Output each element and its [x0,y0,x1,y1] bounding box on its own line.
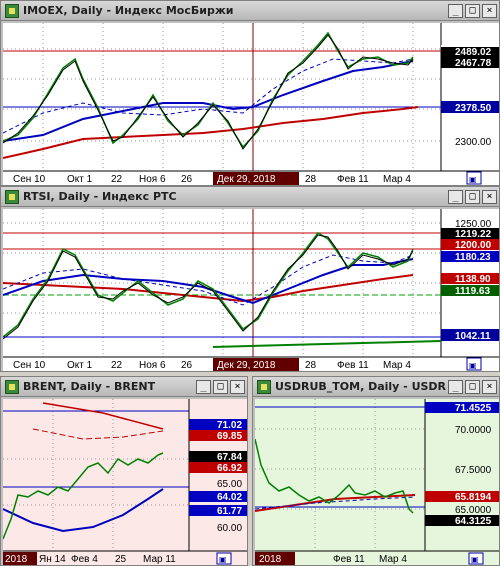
brent-ma2-label: 66.92 [217,463,242,474]
rtsi-ma-label: 1180.23 [455,252,491,263]
imoex-price-label: 2489.02 [455,47,492,58]
imoex-ma-label: 2467.78 [455,58,492,69]
x-tick: Ноя 6 [139,360,166,371]
imoex-chart[interactable]: 2489.02 2467.78 2378.50 2300.00 Сен 10 О… [3,23,499,185]
rtsi-window: RTSI, Daily - Индекс РТС _ □ × 1250.00 1… [0,186,500,372]
x-tick: Ян 14 [39,554,66,565]
window-title: RTSI, Daily - Индекс РТС [23,190,177,203]
x-tick: Фев 11 [337,174,369,185]
x-tick: Мар 4 [379,554,407,565]
close-button[interactable]: × [482,189,497,204]
brent-level-label: 71.02 [217,420,242,431]
close-button[interactable]: × [482,3,497,18]
usdrub-axis-label: 70.0000 [455,425,492,436]
usdrub-price-label: 64.3125 [455,516,492,527]
x-tick: 28 [305,174,317,185]
close-button[interactable]: × [230,379,245,394]
brent-chart[interactable]: 71.02 69.85 67.84 66.92 65.00 64.02 61.7… [3,399,247,565]
x-tick: Фев 11 [333,554,365,565]
settings-icon[interactable]: ▣ [219,555,227,564]
x-tick: 28 [305,360,317,371]
x-tick: 26 [181,174,193,185]
window-title: BRENT, Daily - BRENT [23,380,156,393]
imoex-level-label: 2378.50 [455,103,492,114]
imoex-window: IMOEX, Daily - Индекс МосБиржи _ □ × 248… [0,0,500,186]
cursor-date-label: Дек 29, 2018 [217,360,276,371]
maximize-button[interactable]: □ [465,379,480,394]
chart-app-icon [257,379,271,394]
chart-app-icon [5,379,19,394]
x-tick: 22 [111,360,123,371]
brent-price-label: 67.84 [217,452,242,463]
usdrub-window: USDRUB_TOM, Daily - USDR _ □ × 71.4525 7… [252,376,500,566]
close-button[interactable]: × [482,379,497,394]
x-tick: Фев 4 [71,554,98,565]
maximize-button[interactable]: □ [213,379,228,394]
brent-axis-label2: 60.00 [217,523,242,534]
x-tick: Сен 10 [13,360,46,371]
window-title: USDRUB_TOM, Daily - USDR [275,380,447,393]
maximize-button[interactable]: □ [465,3,480,18]
settings-icon[interactable]: ▣ [471,555,479,564]
x-tick: Окт 1 [67,360,93,371]
minimize-button[interactable]: _ [448,3,463,18]
x-tick: Мар 4 [383,360,411,371]
brent-ma-label: 69.85 [217,431,242,442]
rtsi-chart[interactable]: 1250.00 1219.22 1200.00 1180.23 1138.90 … [3,209,499,371]
x-tick: 2018 [5,554,28,565]
settings-icon[interactable]: ▣ [469,175,477,184]
usdrub-ma-label: 65.8194 [455,492,492,503]
brent-titlebar[interactable]: BRENT, Daily - BRENT _ □ × [1,377,247,397]
x-tick: Окт 1 [67,174,93,185]
brent-window: BRENT, Daily - BRENT _ □ × 71.02 69.85 6… [0,376,248,566]
rtsi-ma-long-label: 1138.90 [455,274,491,285]
usdrub-chart[interactable]: 71.4525 70.0000 67.5000 65.8194 65.0000 … [255,399,499,565]
chart-app-icon [5,3,19,18]
maximize-button[interactable]: □ [465,189,480,204]
x-tick: 26 [181,360,193,371]
window-title: IMOEX, Daily - Индекс МосБиржи [23,4,234,17]
usdrub-level-label: 71.4525 [455,403,492,414]
rtsi-green-label: 1119.63 [455,286,490,297]
rtsi-price-label: 1219.22 [455,229,492,240]
x-tick: 2018 [259,554,282,565]
x-tick: 22 [111,174,123,185]
x-tick: 25 [115,554,127,565]
cursor-date-label: Дек 29, 2018 [217,174,276,185]
usdrub-titlebar[interactable]: USDRUB_TOM, Daily - USDR _ □ × [253,377,499,397]
imoex-axis-label: 2300.00 [455,137,492,148]
minimize-button[interactable]: _ [448,189,463,204]
minimize-button[interactable]: _ [196,379,211,394]
x-tick: Ноя 6 [139,174,166,185]
brent-axis-label: 65.00 [217,479,242,490]
x-tick: Сен 10 [13,174,46,185]
usdrub-axis-label2: 67.5000 [455,465,492,476]
usdrub-axis-label3: 65.0000 [455,505,492,516]
settings-icon[interactable]: ▣ [469,361,477,370]
x-tick: Мар 11 [143,554,176,565]
minimize-button[interactable]: _ [448,379,463,394]
rtsi-level-label: 1200.00 [455,240,492,251]
x-tick: Фев 11 [337,360,369,371]
x-tick: Мар 4 [383,174,411,185]
rtsi-titlebar[interactable]: RTSI, Daily - Индекс РТС _ □ × [1,187,499,207]
chart-app-icon [5,189,19,204]
brent-support-label: 61.77 [217,506,242,517]
brent-ma3-label: 64.02 [217,492,242,503]
imoex-titlebar[interactable]: IMOEX, Daily - Индекс МосБиржи _ □ × [1,1,499,21]
rtsi-support-label: 1042.11 [455,331,491,342]
